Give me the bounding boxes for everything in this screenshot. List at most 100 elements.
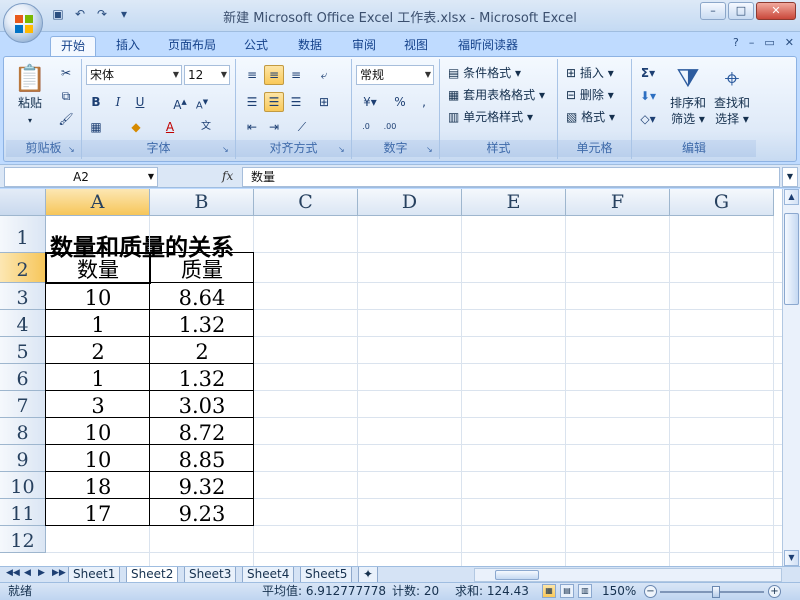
first-sheet-icon[interactable]: ◀◀ xyxy=(6,568,20,578)
row-header[interactable]: 11 xyxy=(0,499,46,526)
tab-insert[interactable]: 插入 xyxy=(108,36,148,56)
row-header[interactable]: 2 xyxy=(0,253,46,283)
phonetic-icon[interactable]: 文 xyxy=(196,117,216,137)
align-left-icon[interactable]: ☰ xyxy=(242,92,262,112)
zoom-slider-thumb[interactable] xyxy=(712,586,720,598)
ribbon-minimize-icon[interactable]: – xyxy=(749,36,755,49)
row-header[interactable]: 8 xyxy=(0,418,46,445)
orientation-icon[interactable]: ⟋ xyxy=(292,117,312,137)
vertical-scrollbar[interactable]: ▲ ▼ xyxy=(782,189,800,566)
zoom-out-icon[interactable]: − xyxy=(644,585,657,598)
underline-button[interactable]: U xyxy=(130,92,150,112)
chevron-down-icon[interactable]: ▼ xyxy=(148,168,154,186)
ribbon-restore-icon[interactable]: ▭ xyxy=(764,36,774,49)
column-header[interactable]: G xyxy=(670,189,774,216)
sheet-tab[interactable]: Sheet4 xyxy=(242,567,295,583)
tab-review[interactable]: 审阅 xyxy=(344,36,384,56)
tab-home[interactable]: 开始 xyxy=(50,36,96,56)
row-header[interactable]: 9 xyxy=(0,445,46,472)
select-all-corner[interactable] xyxy=(0,189,46,216)
scroll-down-icon[interactable]: ▼ xyxy=(784,550,799,566)
cut-icon[interactable]: ✂ xyxy=(56,63,76,83)
decrease-decimal-icon[interactable]: .00 xyxy=(380,117,400,137)
tab-page-layout[interactable]: 页面布局 xyxy=(160,36,224,56)
help-icon[interactable]: ? xyxy=(733,36,739,49)
font-launcher-icon[interactable]: ↘ xyxy=(222,145,232,155)
row-header[interactable]: 10 xyxy=(0,472,46,499)
row-header[interactable]: 1 xyxy=(0,216,46,253)
prev-sheet-icon[interactable]: ◀ xyxy=(24,568,31,578)
formula-input[interactable]: 数量 xyxy=(242,167,780,187)
font-name-select[interactable]: 宋体 ▼ xyxy=(86,65,182,85)
conditional-formatting-button[interactable]: ▤ 条件格式 ▾ xyxy=(448,63,521,83)
align-top-icon[interactable]: ≡ xyxy=(242,65,262,85)
sheet-tab[interactable]: Sheet1 xyxy=(68,567,121,583)
worksheet-grid[interactable]: 数量和质量的关系 A B C D E F G 1 2 3 4 5 6 7 8 9 10 11 12 数量 质量 10 8.6… xyxy=(0,189,782,566)
zoom-in-icon[interactable]: + xyxy=(768,585,781,598)
vertical-scroll-thumb[interactable] xyxy=(784,213,799,305)
row-header[interactable]: 5 xyxy=(0,337,46,364)
autosum-icon[interactable]: Σ▾ xyxy=(638,63,658,83)
decrease-indent-icon[interactable]: ⇤ xyxy=(242,117,262,137)
font-size-select[interactable]: 12 ▼ xyxy=(184,65,230,85)
scroll-up-icon[interactable]: ▲ xyxy=(784,189,799,205)
copy-icon[interactable]: ⧉ xyxy=(56,86,76,106)
border-icon[interactable]: ▦ xyxy=(86,117,106,137)
clipboard-launcher-icon[interactable]: ↘ xyxy=(68,145,78,155)
minimize-button[interactable]: – xyxy=(700,2,726,20)
align-middle-icon[interactable]: ≡ xyxy=(264,65,284,85)
ribbon-close-icon[interactable]: ✕ xyxy=(785,36,794,49)
increase-indent-icon[interactable]: ⇥ xyxy=(264,117,284,137)
insert-function-icon[interactable]: fx xyxy=(222,169,233,183)
cell-styles-button[interactable]: ▥ 单元格样式 ▾ xyxy=(448,107,533,127)
office-button[interactable] xyxy=(3,3,43,43)
percent-icon[interactable]: % xyxy=(390,92,410,112)
merge-center-icon[interactable]: ⊞ xyxy=(314,92,334,112)
sort-filter-button[interactable]: ⧩ 排序和 筛选 ▾ xyxy=(668,63,708,127)
row-header[interactable]: 12 xyxy=(0,526,46,553)
alignment-launcher-icon[interactable]: ↘ xyxy=(338,145,348,155)
row-header[interactable]: 6 xyxy=(0,364,46,391)
comma-icon[interactable]: , xyxy=(414,92,434,112)
paste-button[interactable]: 📋 粘贴 ▾ xyxy=(10,63,50,129)
maximize-button[interactable]: □ xyxy=(728,2,754,20)
italic-button[interactable]: I xyxy=(108,92,128,112)
sheet-tab-active[interactable]: Sheet2 xyxy=(126,567,179,583)
row-header[interactable]: 4 xyxy=(0,310,46,337)
column-header[interactable]: D xyxy=(358,189,462,216)
format-painter-icon[interactable]: 🖌 xyxy=(56,109,76,129)
tab-foxit-reader[interactable]: 福昕阅读器 xyxy=(450,36,526,56)
column-header[interactable]: E xyxy=(462,189,566,216)
align-bottom-icon[interactable]: ≡ xyxy=(286,65,306,85)
column-header[interactable]: F xyxy=(566,189,670,216)
close-button[interactable]: ✕ xyxy=(756,2,796,20)
grow-font-button[interactable]: A▲ xyxy=(170,92,190,112)
page-layout-view-icon[interactable]: ▤ xyxy=(560,584,574,598)
tab-data[interactable]: 数据 xyxy=(290,36,330,56)
tab-formulas[interactable]: 公式 xyxy=(236,36,276,56)
name-box[interactable]: A2 ▼ xyxy=(4,167,158,187)
next-sheet-icon[interactable]: ▶ xyxy=(38,568,45,578)
format-button[interactable]: ▧ 格式 ▾ xyxy=(566,107,615,127)
sheet-tab[interactable]: Sheet5 xyxy=(300,567,353,583)
horizontal-scroll-thumb[interactable] xyxy=(495,570,539,580)
shrink-font-button[interactable]: A▼ xyxy=(192,92,212,112)
tab-view[interactable]: 视图 xyxy=(396,36,436,56)
expand-formula-bar-icon[interactable]: ▼ xyxy=(782,167,798,187)
number-launcher-icon[interactable]: ↘ xyxy=(426,145,436,155)
row-header[interactable]: 7 xyxy=(0,391,46,418)
clear-icon[interactable]: ◇▾ xyxy=(638,109,658,129)
column-header[interactable]: B xyxy=(150,189,254,216)
align-center-icon[interactable]: ☰ xyxy=(264,92,284,112)
number-format-select[interactable]: 常规 ▼ xyxy=(356,65,434,85)
row-header[interactable]: 3 xyxy=(0,283,46,310)
align-right-icon[interactable]: ☰ xyxy=(286,92,306,112)
horizontal-scrollbar[interactable] xyxy=(474,568,782,582)
normal-view-icon[interactable]: ▦ xyxy=(542,584,556,598)
find-select-button[interactable]: ⌖ 查找和 选择 ▾ xyxy=(712,63,752,127)
currency-icon[interactable]: ¥▾ xyxy=(356,92,384,112)
page-break-view-icon[interactable]: ▥ xyxy=(578,584,592,598)
last-sheet-icon[interactable]: ▶▶ xyxy=(52,568,66,578)
fill-icon[interactable]: ⬇▾ xyxy=(638,86,658,106)
bold-button[interactable]: B xyxy=(86,92,106,112)
